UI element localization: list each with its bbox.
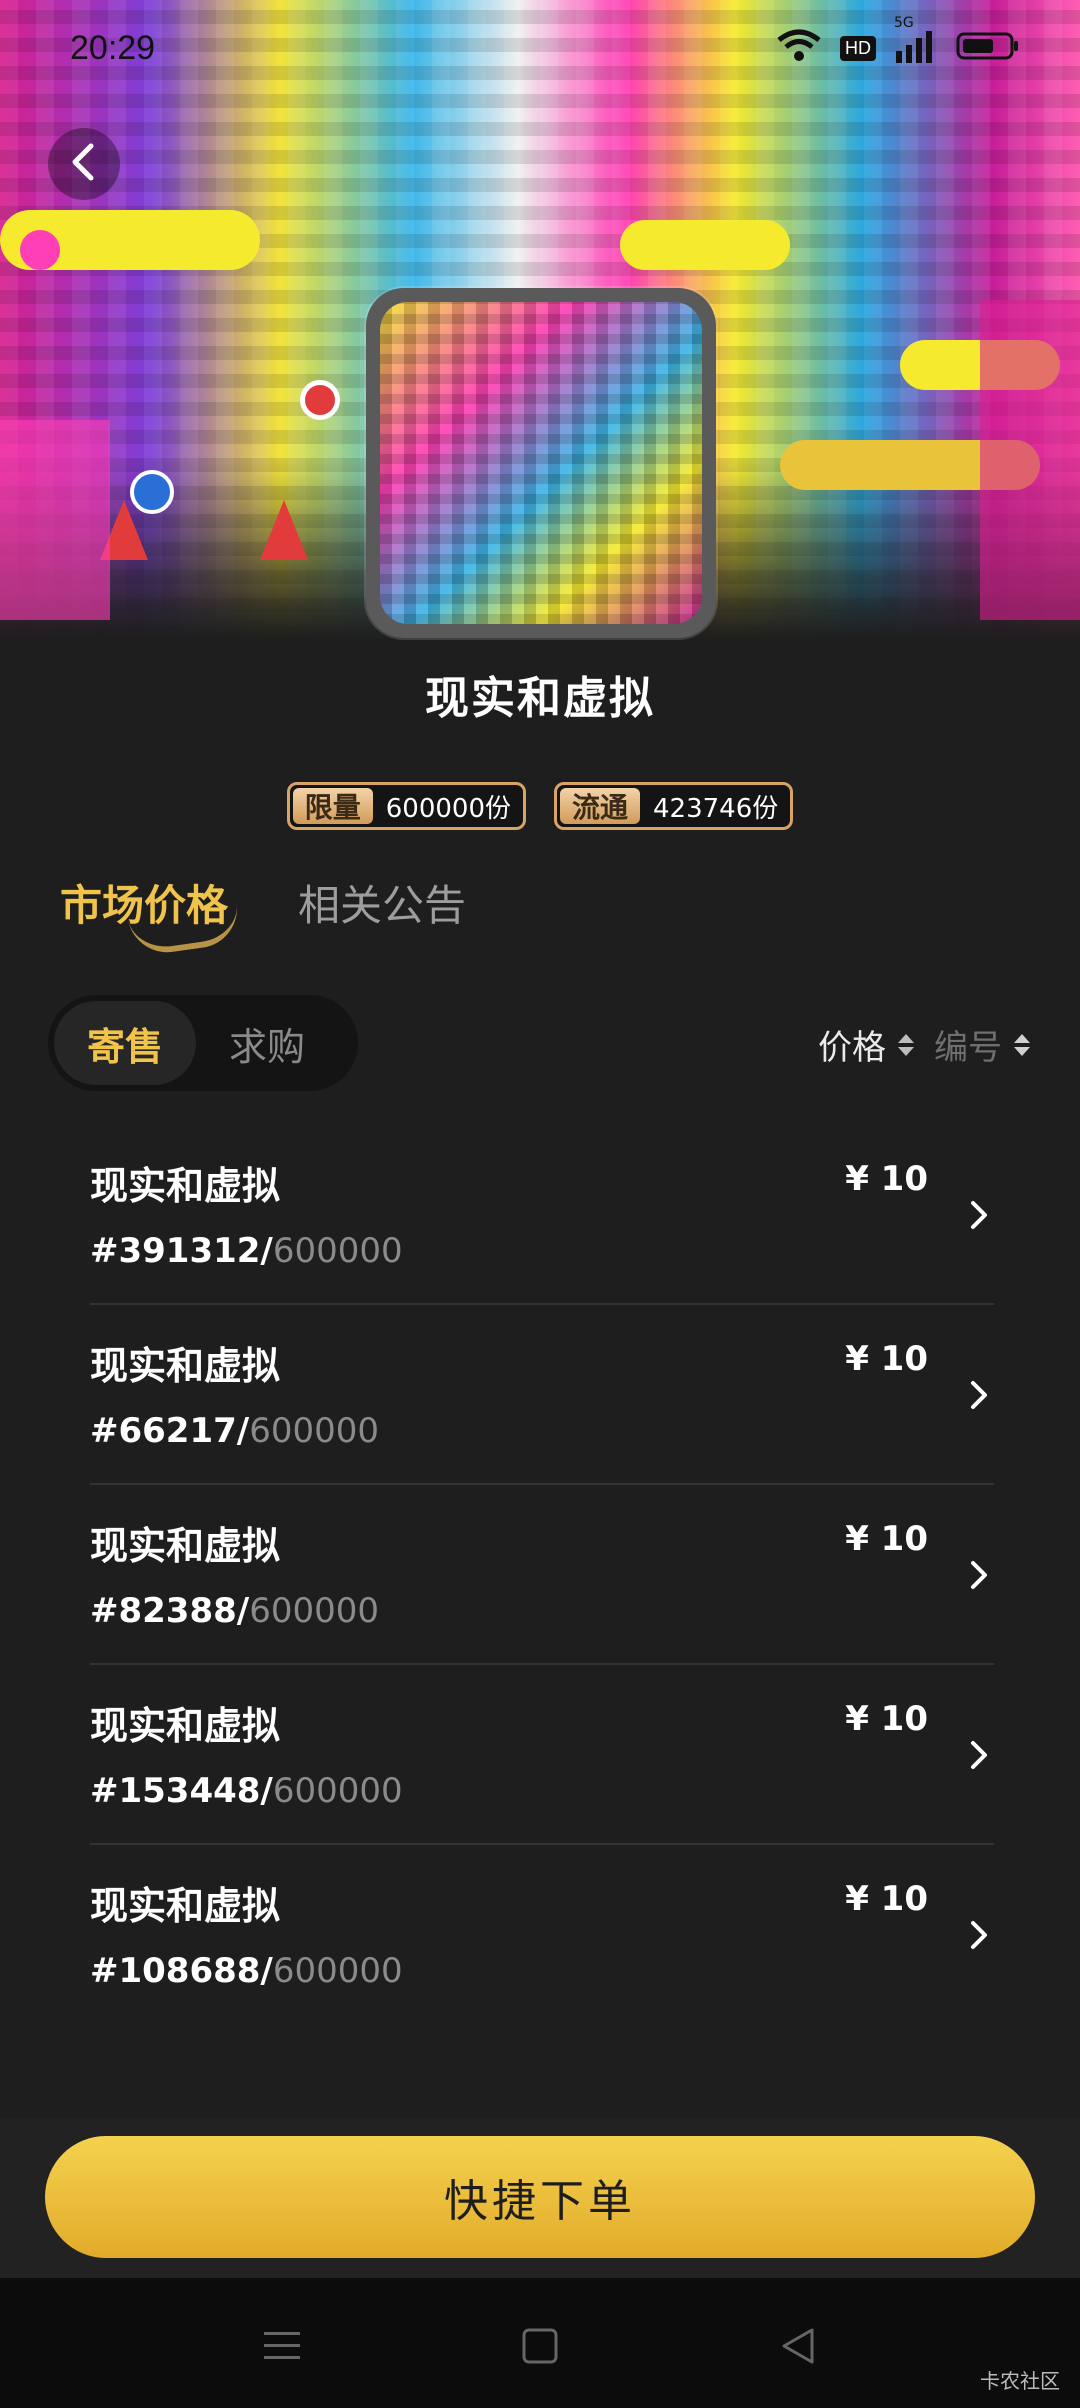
serial-number: #153448/ xyxy=(90,1771,273,1811)
chevron-right-icon xyxy=(964,1377,994,1413)
listing-name: 现实和虚拟 xyxy=(90,1344,281,1388)
tab-announcements[interactable]: 相关公告 xyxy=(298,872,466,943)
list-item[interactable]: 现实和虚拟 #66217/600000 ¥ 10 xyxy=(90,1305,994,1485)
chevron-right-icon xyxy=(964,1917,994,1953)
listing-name: 现实和虚拟 xyxy=(90,1164,281,1208)
listing-serial: #391312/600000 xyxy=(90,1231,403,1271)
supply-badges: 限量 600000份 流通 423746份 xyxy=(0,782,1080,830)
circulation-badge-value: 423746份 xyxy=(653,793,779,824)
sort-controls: 价格 编号 xyxy=(818,1020,1030,1069)
quick-order-button[interactable]: 快捷下单 xyxy=(45,2136,1035,2258)
system-nav-bar xyxy=(0,2278,1080,2408)
circulation-badge-label: 流通 xyxy=(560,788,641,824)
list-item[interactable]: 现实和虚拟 #391312/600000 ¥ 10 xyxy=(90,1125,994,1305)
listing-serial: #66217/600000 xyxy=(90,1411,379,1451)
chevron-right-icon xyxy=(964,1737,994,1773)
limit-badge-label: 限量 xyxy=(292,788,373,824)
sort-by-number-label: 编号 xyxy=(934,1028,1002,1068)
signal-icon: 5G xyxy=(894,15,938,67)
serial-total: 600000 xyxy=(272,1951,403,1991)
listing-serial: #82388/600000 xyxy=(90,1591,379,1631)
status-time: 20:29 xyxy=(70,28,156,67)
chevron-right-icon xyxy=(964,1557,994,1593)
chevron-left-icon xyxy=(67,142,101,186)
listing-type-toggle: 寄售 求购 xyxy=(48,995,358,1091)
tab-market-price[interactable]: 市场价格 xyxy=(60,872,243,958)
content-tabs: 市场价格 相关公告 xyxy=(60,872,466,958)
back-button[interactable] xyxy=(48,128,120,200)
listing-price: ¥ 10 xyxy=(845,1879,928,1919)
serial-total: 600000 xyxy=(249,1591,379,1631)
listing-name: 现实和虚拟 xyxy=(90,1884,281,1928)
list-item[interactable]: 现实和虚拟 #82388/600000 ¥ 10 xyxy=(90,1485,994,1665)
sort-by-number[interactable]: 编号 xyxy=(934,1020,1030,1069)
serial-total: 600000 xyxy=(272,1771,403,1811)
serial-number: #66217/ xyxy=(90,1411,250,1451)
serial-number: #391312/ xyxy=(90,1231,273,1271)
listing-serial: #153448/600000 xyxy=(90,1771,403,1811)
network-type-label: 5G xyxy=(894,15,914,31)
home-icon[interactable] xyxy=(510,2316,570,2376)
sort-arrows-icon xyxy=(1014,1033,1030,1056)
listing-list: 现实和虚拟 #391312/600000 ¥ 10 现实和虚拟 #66217/6… xyxy=(90,1125,994,2025)
consign-sale-toggle[interactable]: 寄售 xyxy=(54,1001,196,1085)
listing-serial: #108688/600000 xyxy=(90,1951,403,1991)
listing-price: ¥ 10 xyxy=(845,1339,928,1379)
status-bar: 20:29 HD 5G xyxy=(0,0,1080,96)
menu-icon[interactable] xyxy=(252,2316,312,2376)
tab-announcements-label: 相关公告 xyxy=(298,881,467,930)
sort-arrows-icon xyxy=(898,1033,914,1056)
buy-request-toggle[interactable]: 求购 xyxy=(196,1001,338,1085)
artwork-image xyxy=(380,302,702,624)
circulation-badge: 流通 423746份 xyxy=(554,782,794,830)
listing-name: 现实和虚拟 xyxy=(90,1524,281,1568)
sort-by-price-label: 价格 xyxy=(818,1028,886,1068)
serial-total: 600000 xyxy=(272,1231,403,1271)
collection-title: 现实和虚拟 xyxy=(425,673,655,724)
chevron-right-icon xyxy=(964,1197,994,1233)
listing-price: ¥ 10 xyxy=(845,1519,928,1559)
battery-icon xyxy=(956,30,1020,66)
list-item[interactable]: 现实和虚拟 #153448/600000 ¥ 10 xyxy=(90,1665,994,1845)
back-triangle-icon[interactable] xyxy=(768,2316,828,2376)
watermark: 卡农社区 xyxy=(980,2369,1060,2393)
serial-number: #108688/ xyxy=(90,1951,273,1991)
listing-name: 现实和虚拟 xyxy=(90,1704,281,1748)
serial-total: 600000 xyxy=(249,1411,379,1451)
wifi-icon xyxy=(776,28,822,68)
listing-price: ¥ 10 xyxy=(845,1159,928,1199)
listing-price: ¥ 10 xyxy=(845,1699,928,1739)
limit-badge: 限量 600000份 xyxy=(286,782,526,830)
serial-number: #82388/ xyxy=(90,1591,250,1631)
hd-badge: HD xyxy=(840,35,876,61)
limit-badge-value: 600000份 xyxy=(385,793,511,824)
artwork-thumbnail xyxy=(366,288,716,638)
list-item[interactable]: 现实和虚拟 #108688/600000 ¥ 10 xyxy=(90,1845,994,2025)
sort-by-price[interactable]: 价格 xyxy=(818,1020,914,1069)
